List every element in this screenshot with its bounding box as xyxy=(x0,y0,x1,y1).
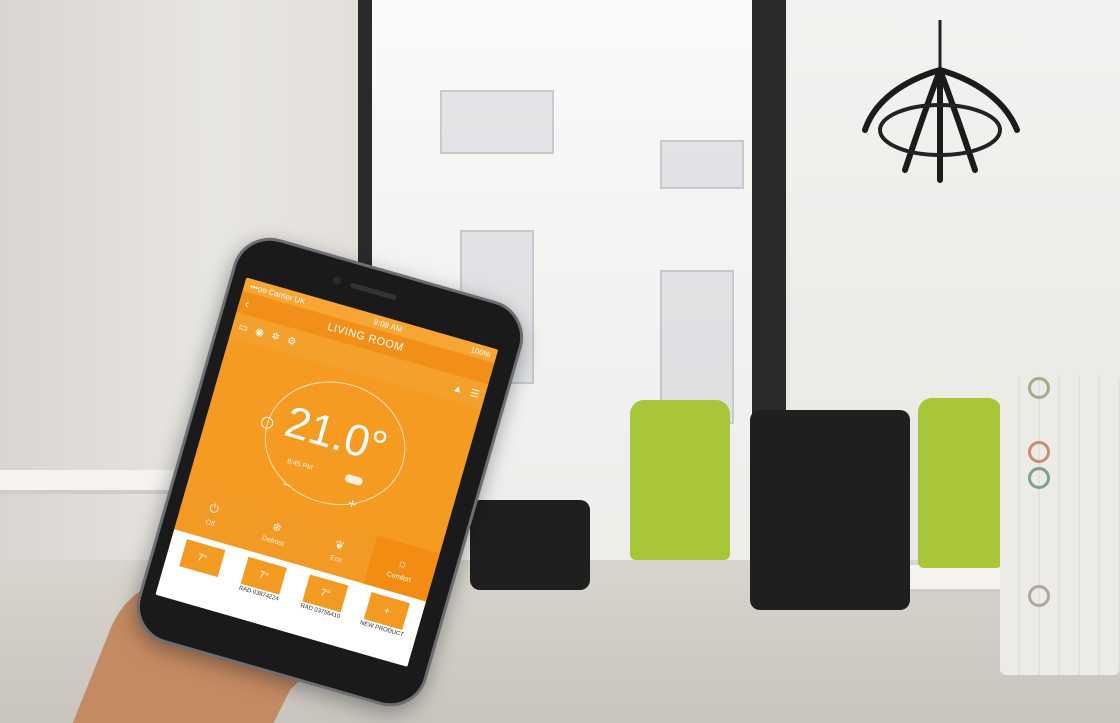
mode-label: Off xyxy=(204,518,216,529)
device-temp: 7° xyxy=(179,539,226,578)
menu-icon[interactable]: ☰ xyxy=(469,387,481,400)
add-device-tile[interactable]: + NEW PRODUCT xyxy=(347,590,418,660)
device-tile[interactable]: 7° xyxy=(163,537,234,607)
device-tile[interactable]: 7° RAD 03874224 xyxy=(224,554,295,624)
chevron-left-icon[interactable]: ‹ xyxy=(243,296,251,311)
leaf-icon: ❦ xyxy=(333,536,347,554)
decorative-partition xyxy=(1000,375,1120,675)
fan-icon[interactable]: ✲ xyxy=(270,330,281,343)
black-armchair xyxy=(750,410,910,610)
green-armchair xyxy=(918,398,1002,568)
chandelier xyxy=(862,20,1020,183)
window-pane xyxy=(660,140,744,189)
device-tile[interactable]: 7° RAD 03756410 xyxy=(286,572,357,642)
snowflake-icon: ❄ xyxy=(270,518,284,536)
ring-decoration xyxy=(1028,441,1050,463)
ring-decoration xyxy=(1028,467,1050,489)
balcony xyxy=(440,90,554,154)
mode-label: Eco xyxy=(329,553,343,565)
mode-label: Defrost xyxy=(261,534,285,548)
ring-decoration xyxy=(1028,585,1050,607)
green-armchair xyxy=(630,400,730,560)
settings-icon[interactable]: ⚙ xyxy=(286,335,298,348)
calendar-icon[interactable]: ▭ xyxy=(237,321,249,334)
eye-icon[interactable]: ◉ xyxy=(254,326,265,339)
office-background: •••oo Carrier UK 8:08 AM 100% ‹ LIVING R… xyxy=(0,0,1120,723)
mode-label: Comfort xyxy=(386,570,412,584)
flame-icon[interactable]: ▲ xyxy=(452,382,465,395)
ring-decoration xyxy=(1028,377,1050,399)
power-icon: ⏻ xyxy=(207,500,221,517)
sun-icon: ☼ xyxy=(395,554,411,572)
